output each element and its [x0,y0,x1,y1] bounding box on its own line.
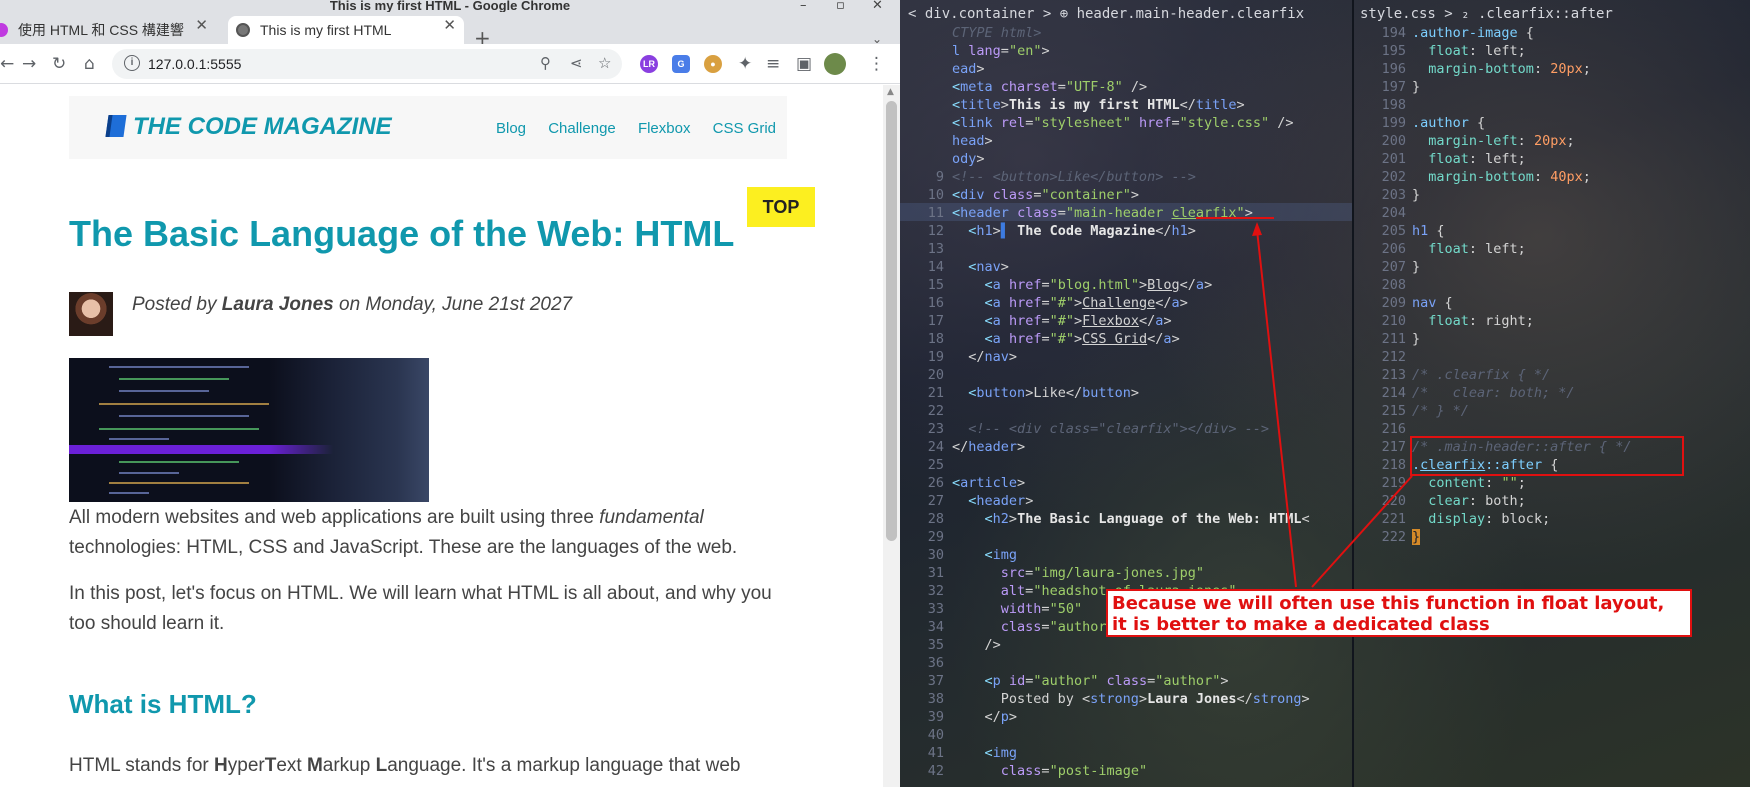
site-nav: Blog Challenge Flexbox CSS Grid [496,120,794,137]
scroll-up-icon[interactable]: ▲ [887,87,894,97]
close-tab-icon[interactable]: ✕ [195,16,208,34]
para3-anguage: anguage. [387,755,467,776]
menu-icon[interactable]: ⋮ [868,54,885,74]
media-icon[interactable]: ≡ [766,54,780,74]
top-button[interactable]: TOP [747,187,815,227]
paragraph-intro: All modern websites and web applications… [69,503,769,563]
star-icon[interactable]: ☆ [598,53,611,73]
maximize-icon[interactable]: ▫ [836,0,845,12]
para3-ext: ext [276,755,307,776]
para3-l: L [375,755,388,776]
nav-challenge[interactable]: Challenge [548,120,616,137]
translate-icon[interactable]: G [672,55,690,73]
para3-m: M [306,755,323,776]
home-icon[interactable]: ⌂ [84,54,95,74]
zoom-icon[interactable]: ⚲ [540,53,551,73]
para3-rest: It's a markup language that web [471,755,741,776]
para3-yper: yper [227,755,265,776]
tab-label: This is my first HTML [260,22,392,38]
para3-h: H [214,755,228,776]
tab-strip: 使用 HTML 和 CSS 構建響 ✕ This is my first HTM… [0,12,900,48]
html-line-numbers: 9 10 11 12 13 14 15 16 17 18 19 20 21 22… [927,169,944,779]
author-prefix: Posted by [132,294,217,315]
tab-chinese[interactable]: 使用 HTML 和 CSS 構建響 ✕ [0,16,220,44]
book-icon [105,115,127,137]
extension-lr-icon[interactable]: LR [640,55,658,73]
tab-label: 使用 HTML 和 CSS 構建響 [18,22,184,38]
site-logo: THE CODE MAGAZINE [105,113,392,141]
url-text: 127.0.0.1:5555 [148,56,242,72]
page-scrollbar[interactable]: ▲ [883,85,900,787]
nav-css-grid[interactable]: CSS Grid [713,120,776,137]
para1-b: technologies: HTML, CSS and JavaScript. … [69,537,738,558]
annotation-callout: Because we will often use this function … [1106,589,1692,637]
scroll-thumb[interactable] [886,101,897,541]
html-code[interactable]: CTYPE html> l lang="en"> ead> <meta char… [952,24,1310,780]
reload-icon[interactable]: ↻ [52,54,66,74]
info-icon[interactable]: i [124,55,140,71]
breadcrumb-css[interactable]: style.css > ₂ .clearfix::after [1360,6,1613,22]
title-bar: This is my first HTML - Google Chrome – … [0,0,900,12]
extensions-icon[interactable]: ✦ [738,54,752,74]
back-icon[interactable]: ← [0,54,14,74]
highlight-box [1410,436,1684,476]
post-image [69,358,429,502]
browser-toolbar: ← → ↻ ⌂ i 127.0.0.1:5555 ⚲ ⋖ ☆ LR G ● ✦ … [0,44,900,84]
annotation-line-1: Because we will often use this function … [1112,593,1665,614]
pane-divider[interactable] [1352,0,1354,787]
para3-t: T [264,755,277,776]
close-window-icon[interactable]: ✕ [872,0,883,12]
forward-icon[interactable]: → [22,54,36,74]
logo-text: THE CODE MAGAZINE [133,113,392,140]
window-title: This is my first HTML - Google Chrome [329,0,571,12]
author-name: Laura Jones [221,294,334,315]
share-icon[interactable]: ⋖ [570,53,583,73]
nav-blog[interactable]: Blog [496,120,526,137]
paragraph-focus: In this post, let's focus on HTML. We wi… [69,583,772,634]
section-heading: What is HTML? [69,689,257,719]
author-line: Posted by Laura Jones on Monday, June 21… [132,294,572,316]
page-viewport: THE CODE MAGAZINE Blog Challenge Flexbox… [0,85,883,787]
page-title: The Basic Language of the Web: HTML [69,213,735,254]
para3-prefix: HTML stands for [69,755,209,776]
cookie-icon[interactable]: ● [704,55,722,73]
avatar[interactable] [824,53,846,75]
close-tab-icon[interactable]: ✕ [443,16,456,34]
css-line-numbers: 194 195 196 197 198 199 200 201 202 203 … [1381,25,1406,545]
site-header: THE CODE MAGAZINE Blog Challenge Flexbox… [69,96,787,159]
minimize-icon[interactable]: – [800,0,807,12]
para1-em: fundamental [599,507,704,528]
tab-active[interactable]: This is my first HTML ✕ [228,16,464,44]
para1-a: All modern websites and web applications… [69,507,594,528]
nav-flexbox[interactable]: Flexbox [638,120,691,137]
side-panel-icon[interactable]: ▣ [796,54,812,74]
author-avatar [69,292,113,336]
browser-window: This is my first HTML - Google Chrome – … [0,0,900,787]
address-bar[interactable]: i 127.0.0.1:5555 ⚲ ⋖ ☆ [112,49,622,79]
tab-favicon-icon [0,23,8,37]
tab-favicon-icon [236,23,250,37]
breadcrumb-html[interactable]: < div.container > ⊕ header.main-header.c… [908,6,1304,22]
author-date: on Monday, June 21st 2027 [339,294,573,315]
annotation-line-2: it is better to make a dedicated class [1112,614,1490,635]
para3-arkup: arkup [322,755,376,776]
paragraph-definition: HTML stands for HyperText Markup Languag… [69,751,869,781]
